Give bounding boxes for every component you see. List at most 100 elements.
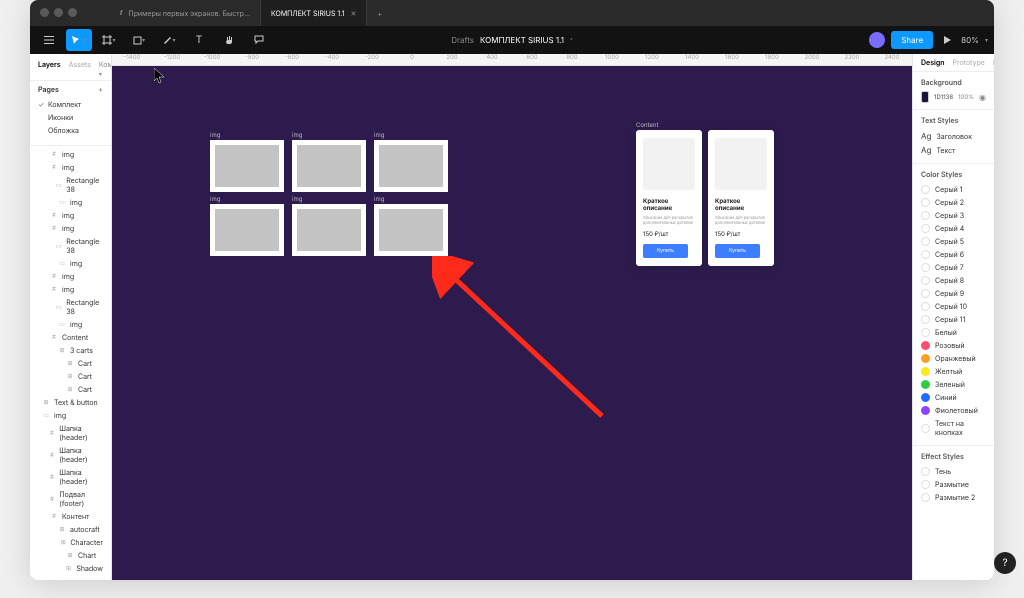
layer-row[interactable]: ▭img <box>34 257 107 270</box>
layer-row[interactable]: ⊞Text & button <box>34 396 107 409</box>
chevron-down-icon[interactable]: ˅ <box>570 37 573 44</box>
page-selector[interactable]: Комплект ▾ <box>99 60 112 78</box>
color-style-item[interactable]: Серый 8 <box>921 274 986 287</box>
layer-row[interactable]: ▭img <box>34 196 107 209</box>
chevron-down-icon[interactable]: ▾ <box>985 37 988 44</box>
effect-style-item[interactable]: Размытие <box>921 478 986 491</box>
effect-style-item[interactable]: Размытие 2 <box>921 491 986 504</box>
layer-row[interactable]: ▭Rectangle 38 <box>34 235 107 257</box>
color-style-item[interactable]: Серый 2 <box>921 196 986 209</box>
image-frame[interactable] <box>292 140 366 192</box>
page-item[interactable]: Иконки <box>34 111 107 124</box>
comment-tool-button[interactable] <box>246 29 272 51</box>
share-button[interactable]: Share <box>891 31 933 49</box>
background-color-row[interactable]: 1D1138 100% ◉ <box>921 91 986 103</box>
move-tool-button[interactable]: ▾ <box>66 29 92 51</box>
layer-row[interactable]: ⊞Cart <box>34 357 107 370</box>
minimize-window-icon[interactable] <box>54 8 63 17</box>
text-tool-button[interactable]: T <box>186 29 212 51</box>
file-tab[interactable]: 𝒇 Примеры первых экранов. Быстр… <box>110 0 261 26</box>
tab-assets[interactable]: Assets <box>69 60 91 78</box>
layer-row[interactable]: ▭Rectangle 38 <box>34 296 107 318</box>
image-frame[interactable] <box>210 140 284 192</box>
effect-style-item[interactable]: Тень <box>921 465 986 478</box>
text-style-item[interactable]: AgТекст <box>921 143 986 157</box>
file-title[interactable]: КОМПЛЕКТ SIRIUS 1.1 <box>480 35 564 45</box>
color-style-item[interactable]: Зеленый <box>921 378 986 391</box>
layer-row[interactable]: #img <box>34 148 107 161</box>
layer-row[interactable]: #img <box>34 270 107 283</box>
page-item[interactable]: ✓Комплект <box>34 98 107 111</box>
layer-row[interactable]: ⊞Shadow <box>34 562 107 575</box>
color-swatch[interactable] <box>921 91 929 103</box>
new-tab-button[interactable]: + <box>367 0 392 26</box>
color-style-item[interactable]: Серый 3 <box>921 209 986 222</box>
color-style-item[interactable]: Серый 11 <box>921 313 986 326</box>
frame-tool-button[interactable]: ▾ <box>96 29 122 51</box>
color-style-item[interactable]: Синий <box>921 391 986 404</box>
color-style-item[interactable]: Серый 4 <box>921 222 986 235</box>
color-hex[interactable]: 1D1138 <box>934 94 953 101</box>
card-frame[interactable]: Краткое описание Описание для раскрытия … <box>708 130 774 266</box>
user-avatar[interactable] <box>869 32 885 48</box>
tab-inspect[interactable]: Inspect <box>993 58 994 67</box>
file-tab-active[interactable]: КОМПЛЕКТ SIRIUS 1.1 × <box>261 0 367 26</box>
color-style-item[interactable]: Желтый <box>921 365 986 378</box>
tab-prototype[interactable]: Prototype <box>953 58 985 67</box>
close-window-icon[interactable] <box>40 8 49 17</box>
layer-row[interactable]: ▭Rectangle 38 <box>34 174 107 196</box>
tab-design[interactable]: Design <box>921 58 945 67</box>
canvas[interactable]: img img img img img img Content Краткое … <box>112 66 912 580</box>
hand-tool-button[interactable] <box>216 29 242 51</box>
color-style-item[interactable]: Серый 10 <box>921 300 986 313</box>
add-page-button[interactable]: + <box>98 85 103 94</box>
color-style-item[interactable]: Серый 5 <box>921 235 986 248</box>
layer-row[interactable]: #Шапка (header) <box>34 444 107 466</box>
layer-row[interactable]: ⊞autocraft <box>34 523 107 536</box>
layer-row[interactable]: ⊞3 carts <box>34 344 107 357</box>
zoom-level[interactable]: 80% <box>961 35 979 45</box>
breadcrumb[interactable]: Drafts <box>451 35 474 45</box>
color-style-item[interactable]: Текст на кнопках <box>921 417 986 439</box>
color-style-item[interactable]: Фиолетовый <box>921 404 986 417</box>
color-style-item[interactable]: Розовый <box>921 339 986 352</box>
close-tab-icon[interactable]: × <box>351 8 357 19</box>
layer-row[interactable]: #img <box>34 222 107 235</box>
visibility-toggle-icon[interactable]: ◉ <box>979 92 986 102</box>
layer-row[interactable]: ⊞Cart <box>34 370 107 383</box>
layer-row[interactable]: ▭img <box>34 409 107 422</box>
shape-tool-button[interactable]: ▾ <box>126 29 152 51</box>
buy-button[interactable]: Купить <box>715 244 760 258</box>
present-button[interactable] <box>939 32 955 48</box>
image-frame[interactable] <box>292 204 366 256</box>
layer-row[interactable]: #Content <box>34 331 107 344</box>
layer-row[interactable]: ▭img <box>34 318 107 331</box>
color-style-item[interactable]: Белый <box>921 326 986 339</box>
color-style-item[interactable]: Серый 6 <box>921 248 986 261</box>
layer-row[interactable]: #img <box>34 161 107 174</box>
buy-button[interactable]: Купить <box>643 244 688 258</box>
layer-row[interactable]: #Шапка (header) <box>34 466 107 488</box>
image-frame[interactable] <box>374 140 448 192</box>
layer-row[interactable]: ⊞Cart <box>34 383 107 396</box>
image-frame[interactable] <box>210 204 284 256</box>
text-style-item[interactable]: AgЗаголовок <box>921 129 986 143</box>
layer-row[interactable]: #Шапка (header) <box>34 422 107 444</box>
page-item[interactable]: Обложка <box>34 124 107 137</box>
tab-layers[interactable]: Layers <box>38 60 61 78</box>
main-menu-button[interactable] <box>36 29 62 51</box>
image-frame[interactable] <box>374 204 448 256</box>
pen-tool-button[interactable]: ▾ <box>156 29 182 51</box>
layer-row[interactable]: ⊞Character <box>34 536 107 549</box>
color-opacity[interactable]: 100% <box>958 94 974 101</box>
color-style-item[interactable]: Серый 7 <box>921 261 986 274</box>
color-style-item[interactable]: Оранжевый <box>921 352 986 365</box>
layer-row[interactable]: #img <box>34 283 107 296</box>
layer-row[interactable]: #Контент <box>34 510 107 523</box>
layer-row[interactable]: #Подвал (footer) <box>34 488 107 510</box>
fullscreen-window-icon[interactable] <box>68 8 77 17</box>
layer-row[interactable]: ⊞Chart <box>34 549 107 562</box>
color-style-item[interactable]: Серый 9 <box>921 287 986 300</box>
card-frame[interactable]: Краткое описание Описание для раскрытия … <box>636 130 702 266</box>
layer-row[interactable]: #img <box>34 209 107 222</box>
